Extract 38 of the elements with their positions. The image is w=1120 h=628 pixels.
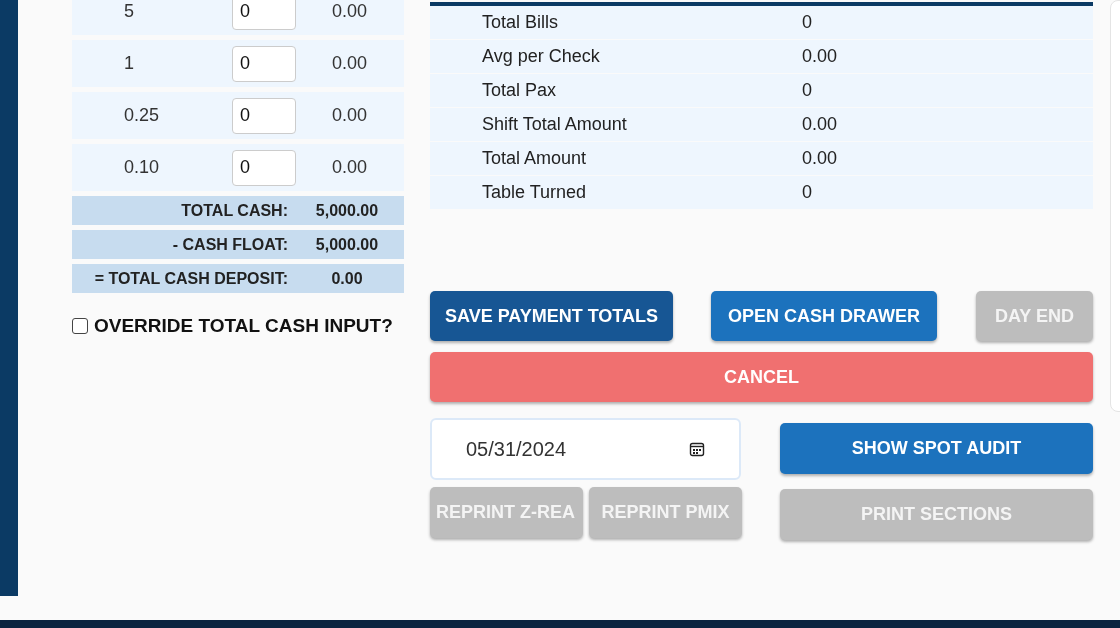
total-value: 5,000.00 xyxy=(314,201,380,220)
count-input[interactable]: 0 xyxy=(232,0,296,30)
denomination-label: 1 xyxy=(123,53,135,74)
action-button[interactable]: SAVE PAYMENT TOTALS xyxy=(430,291,673,341)
total-label: = TOTAL CASH DEPOSIT: xyxy=(94,269,288,288)
total-value: 0.00 xyxy=(330,269,364,288)
amount-text: 0.00 xyxy=(332,1,368,22)
total-value: 5,000.00 xyxy=(314,235,380,254)
denomination-label: 0.10 xyxy=(123,157,161,178)
amount-text: 0.00 xyxy=(332,105,368,126)
count-input[interactable]: 0 xyxy=(232,97,296,134)
action-button[interactable]: OPEN CASH DRAWER xyxy=(711,291,937,341)
stat-label: Total Bills xyxy=(481,12,560,33)
denomination-label: 0.25 xyxy=(123,105,161,126)
stat-label: Total Amount xyxy=(481,148,588,169)
cancel-button[interactable]: CANCEL xyxy=(430,352,1093,402)
stat-label: Shift Total Amount xyxy=(481,114,628,135)
calendar-icon[interactable] xyxy=(689,441,705,457)
show-spot-audit-button[interactable]: SHOW SPOT AUDIT xyxy=(780,423,1093,474)
total-label: TOTAL CASH: xyxy=(181,201,288,220)
stat-value: 0 xyxy=(802,182,812,203)
stat-value: 0 xyxy=(802,80,812,101)
stat-value: 0.00 xyxy=(802,114,838,135)
stat-value: 0.00 xyxy=(802,148,838,169)
count-input[interactable]: 0 xyxy=(232,45,296,82)
stat-value: 0 xyxy=(802,12,812,33)
checkbox[interactable] xyxy=(72,318,88,334)
stat-value: 0.00 xyxy=(802,46,838,67)
override-label: OVERRIDE TOTAL CASH INPUT? xyxy=(94,315,393,337)
amount-text: 0.00 xyxy=(332,53,368,74)
total-label: - CASH FLOAT: xyxy=(172,235,288,254)
amount-text: 0.00 xyxy=(332,157,368,178)
denomination-label: 5 xyxy=(123,1,135,22)
count-input[interactable]: 0 xyxy=(232,149,296,186)
stat-label: Table Turned xyxy=(481,182,588,203)
stat-label: Total Pax xyxy=(481,80,558,101)
date-field[interactable]: 05/31/2024 xyxy=(430,418,741,480)
stat-label: Avg per Check xyxy=(481,46,601,67)
